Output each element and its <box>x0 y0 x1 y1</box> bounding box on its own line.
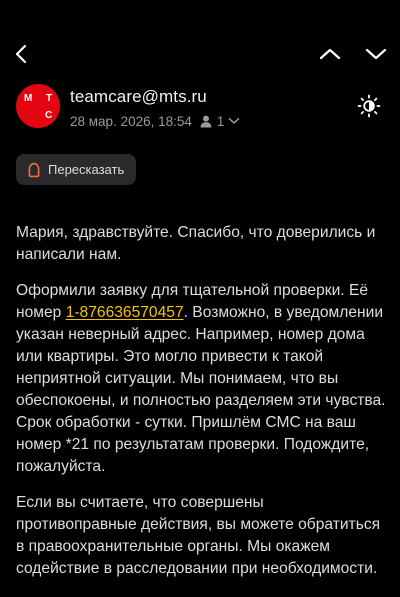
retell-button[interactable]: Пересказать <box>16 154 137 185</box>
chevron-down-icon <box>228 117 240 125</box>
back-button[interactable] <box>8 40 36 68</box>
next-message-button[interactable] <box>362 40 390 68</box>
sender-header: М Т С teamcare@mts.ru 28 мар. 2026, 18:5… <box>0 82 400 138</box>
person-icon <box>200 115 212 128</box>
top-navigation-bar <box>0 0 400 72</box>
message-body: Мария, здравствуйте. Спасибо, что довери… <box>16 222 386 594</box>
chevron-down-icon <box>365 48 387 60</box>
sun-icon <box>357 94 381 118</box>
message-paragraph: Мария, здравствуйте. Спасибо, что довери… <box>16 224 376 263</box>
brightness-button[interactable] <box>355 92 383 120</box>
message-paragraph: Оформили заявку для тщательной проверки.… <box>16 280 386 478</box>
message-paragraph: Если вы считаете, что совершены противоп… <box>16 494 381 577</box>
avatar-letter: Т <box>46 93 53 104</box>
chevron-left-icon <box>15 44 27 64</box>
sender-avatar[interactable]: М Т С <box>16 84 60 128</box>
message-date: 28 мар. 2026, 18:54 <box>70 113 192 129</box>
previous-message-button[interactable] <box>316 40 344 68</box>
message-text: . Возможно, в уведомлении указан неверны… <box>16 304 386 475</box>
request-number-link[interactable]: 1-876636570457 <box>66 304 184 321</box>
avatar-letter: М <box>24 93 33 104</box>
retell-button-label: Пересказать <box>48 162 125 177</box>
ai-retell-icon <box>28 162 40 177</box>
chevron-up-icon <box>319 48 341 60</box>
message-meta[interactable]: 28 мар. 2026, 18:54 1 <box>70 112 240 130</box>
avatar-letter: С <box>45 110 53 121</box>
sender-email[interactable]: teamcare@mts.ru <box>70 87 207 107</box>
recipients-count: 1 <box>216 113 225 129</box>
